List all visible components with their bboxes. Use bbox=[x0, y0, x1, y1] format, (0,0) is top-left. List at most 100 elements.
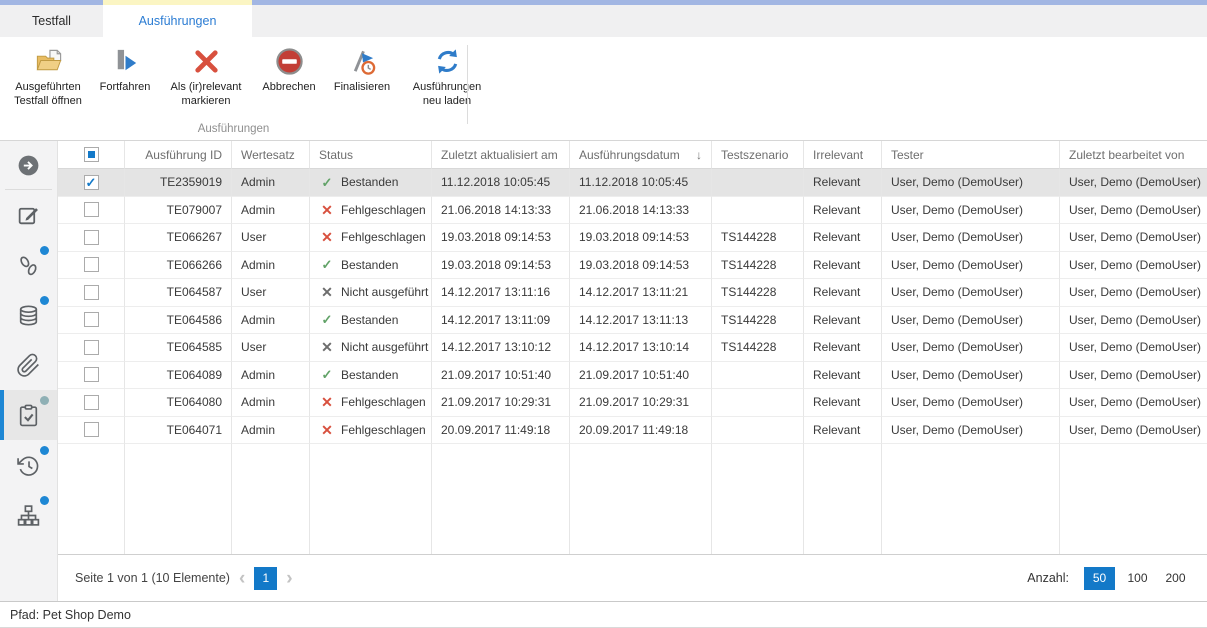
column-header-executed-at[interactable]: Ausführungsdatum ↓ bbox=[570, 141, 712, 169]
cell-tester: User, Demo (DemoUser) bbox=[882, 334, 1060, 362]
table-row[interactable]: TE064071 Admin ✕ Fehlgeschlagen 20.09.20… bbox=[58, 417, 1207, 445]
status-failed-icon: ✕ bbox=[319, 395, 335, 409]
sidebar-item-history[interactable] bbox=[0, 440, 57, 490]
next-page-button[interactable]: › bbox=[286, 569, 292, 588]
row-select-cell[interactable] bbox=[58, 362, 125, 390]
cell-irrelevant: Relevant bbox=[804, 252, 882, 280]
row-select-cell[interactable] bbox=[58, 224, 125, 252]
cell-irrelevant: Relevant bbox=[804, 362, 882, 390]
row-checkbox[interactable] bbox=[84, 202, 99, 217]
cell-last-edited-by: User, Demo (DemoUser) bbox=[1060, 252, 1207, 280]
row-checkbox[interactable] bbox=[84, 257, 99, 272]
status-label: Fehlgeschlagen bbox=[341, 395, 426, 409]
row-checkbox[interactable] bbox=[84, 230, 99, 245]
row-checkbox[interactable] bbox=[84, 175, 99, 190]
continue-button[interactable]: Fortfahren bbox=[92, 44, 158, 96]
status-passed-icon: ✓ bbox=[319, 176, 335, 189]
column-header-irrelevant[interactable]: Irrelevant bbox=[804, 141, 882, 169]
row-checkbox[interactable] bbox=[84, 312, 99, 327]
cell-wertesatz: Admin bbox=[232, 197, 310, 225]
column-header-tester[interactable]: Tester bbox=[882, 141, 1060, 169]
row-select-cell[interactable] bbox=[58, 169, 125, 197]
table-row[interactable]: TE2359019 Admin ✓ Bestanden 11.12.2018 1… bbox=[58, 169, 1207, 197]
page-size-option-200[interactable]: 200 bbox=[1160, 567, 1191, 590]
ribbon-group-label: Ausführungen bbox=[0, 123, 467, 135]
cell-status: ✕ Fehlgeschlagen bbox=[310, 417, 432, 445]
header-select-all-cell[interactable] bbox=[58, 141, 125, 169]
previous-page-button[interactable]: ‹ bbox=[239, 569, 245, 588]
row-select-cell[interactable] bbox=[58, 334, 125, 362]
cell-last-edited-by: User, Demo (DemoUser) bbox=[1060, 224, 1207, 252]
cell-executed-at: 20.09.2017 11:49:18 bbox=[570, 417, 712, 445]
sidebar-item-data[interactable] bbox=[0, 290, 57, 340]
page-info-text: Seite 1 von 1 (10 Elemente) bbox=[75, 571, 230, 585]
tab-ausfuehrungen[interactable]: Ausführungen bbox=[103, 5, 252, 37]
table-row[interactable]: TE064089 Admin ✓ Bestanden 21.09.2017 10… bbox=[58, 362, 1207, 390]
cell-wertesatz: Admin bbox=[232, 362, 310, 390]
column-header-status[interactable]: Status bbox=[310, 141, 432, 169]
cell-updated-at: 21.09.2017 10:51:40 bbox=[432, 362, 570, 390]
reload-executions-button[interactable]: Ausführungen neu laden bbox=[400, 44, 494, 111]
row-checkbox[interactable] bbox=[84, 395, 99, 410]
cell-execution-id: TE064089 bbox=[125, 362, 232, 390]
pagination-bar: Seite 1 von 1 (10 Elemente) ‹ 1 › Anzahl… bbox=[58, 554, 1207, 601]
sidebar-item-edit[interactable] bbox=[0, 190, 57, 240]
column-header-execution-id[interactable]: Ausführung ID bbox=[125, 141, 232, 169]
page-size-option-100[interactable]: 100 bbox=[1122, 567, 1153, 590]
page-size-selector: Anzahl: 50 100 200 bbox=[1027, 567, 1191, 590]
cancel-button[interactable]: Abbrechen bbox=[254, 44, 324, 96]
row-select-cell[interactable] bbox=[58, 307, 125, 335]
status-notrun-icon: ✕ bbox=[319, 340, 335, 354]
page-number-button[interactable]: 1 bbox=[254, 567, 277, 590]
table-row[interactable]: TE064587 User ✕ Nicht ausgeführt 14.12.2… bbox=[58, 279, 1207, 307]
table-row[interactable]: TE079007 Admin ✕ Fehlgeschlagen 21.06.20… bbox=[58, 197, 1207, 225]
cell-status: ✕ Fehlgeschlagen bbox=[310, 224, 432, 252]
table-empty-area bbox=[58, 444, 1207, 554]
notification-badge bbox=[40, 296, 49, 305]
cell-execution-id: TE2359019 bbox=[125, 169, 232, 197]
button-label: Finalisieren bbox=[334, 80, 390, 94]
row-select-cell[interactable] bbox=[58, 197, 125, 225]
mark-irrelevant-button[interactable]: Als (ir)relevant markieren bbox=[158, 44, 254, 111]
column-header-testszenario[interactable]: Testszenario bbox=[712, 141, 804, 169]
table-row[interactable]: TE064586 Admin ✓ Bestanden 14.12.2017 13… bbox=[58, 307, 1207, 335]
cell-executed-at: 11.12.2018 10:05:45 bbox=[570, 169, 712, 197]
finalize-button[interactable]: Finalisieren bbox=[324, 44, 400, 96]
row-select-cell[interactable] bbox=[58, 279, 125, 307]
table-row[interactable]: TE064080 Admin ✕ Fehlgeschlagen 21.09.20… bbox=[58, 389, 1207, 417]
sidebar-item-hierarchy[interactable] bbox=[0, 490, 57, 540]
cell-irrelevant: Relevant bbox=[804, 279, 882, 307]
footsteps-icon bbox=[16, 253, 41, 278]
row-checkbox[interactable] bbox=[84, 285, 99, 300]
row-select-cell[interactable] bbox=[58, 417, 125, 445]
cell-wertesatz: Admin bbox=[232, 169, 310, 197]
open-executed-testcase-button[interactable]: Ausgeführten Testfall öffnen bbox=[4, 44, 92, 111]
table-row[interactable]: TE066267 User ✕ Fehlgeschlagen 19.03.201… bbox=[58, 224, 1207, 252]
continue-icon bbox=[110, 46, 141, 77]
sidebar-item-attachments[interactable] bbox=[0, 340, 57, 390]
column-header-updated-at[interactable]: Zuletzt aktualisiert am bbox=[432, 141, 570, 169]
cell-status: ✓ Bestanden bbox=[310, 307, 432, 335]
cell-updated-at: 14.12.2017 13:11:16 bbox=[432, 279, 570, 307]
column-header-last-edited-by[interactable]: Zuletzt bearbeitet von bbox=[1060, 141, 1207, 169]
cell-testszenario bbox=[712, 417, 804, 445]
page-size-option-50[interactable]: 50 bbox=[1084, 567, 1115, 590]
cell-irrelevant: Relevant bbox=[804, 417, 882, 445]
table-row[interactable]: TE066266 Admin ✓ Bestanden 19.03.2018 09… bbox=[58, 252, 1207, 280]
cell-status: ✕ Nicht ausgeführt bbox=[310, 334, 432, 362]
cell-testszenario: TS144228 bbox=[712, 279, 804, 307]
row-select-cell[interactable] bbox=[58, 389, 125, 417]
cell-executed-at: 19.03.2018 09:14:53 bbox=[570, 224, 712, 252]
row-checkbox[interactable] bbox=[84, 340, 99, 355]
tab-testfall[interactable]: Testfall bbox=[0, 5, 103, 37]
cell-updated-at: 14.12.2017 13:11:09 bbox=[432, 307, 570, 335]
sidebar-item-expand[interactable] bbox=[0, 141, 57, 189]
select-all-checkbox[interactable] bbox=[84, 147, 99, 162]
sidebar-item-steps[interactable] bbox=[0, 240, 57, 290]
column-header-wertesatz[interactable]: Wertesatz bbox=[232, 141, 310, 169]
row-select-cell[interactable] bbox=[58, 252, 125, 280]
row-checkbox[interactable] bbox=[84, 367, 99, 382]
row-checkbox[interactable] bbox=[84, 422, 99, 437]
sidebar-item-executions[interactable] bbox=[0, 390, 57, 440]
table-row[interactable]: TE064585 User ✕ Nicht ausgeführt 14.12.2… bbox=[58, 334, 1207, 362]
